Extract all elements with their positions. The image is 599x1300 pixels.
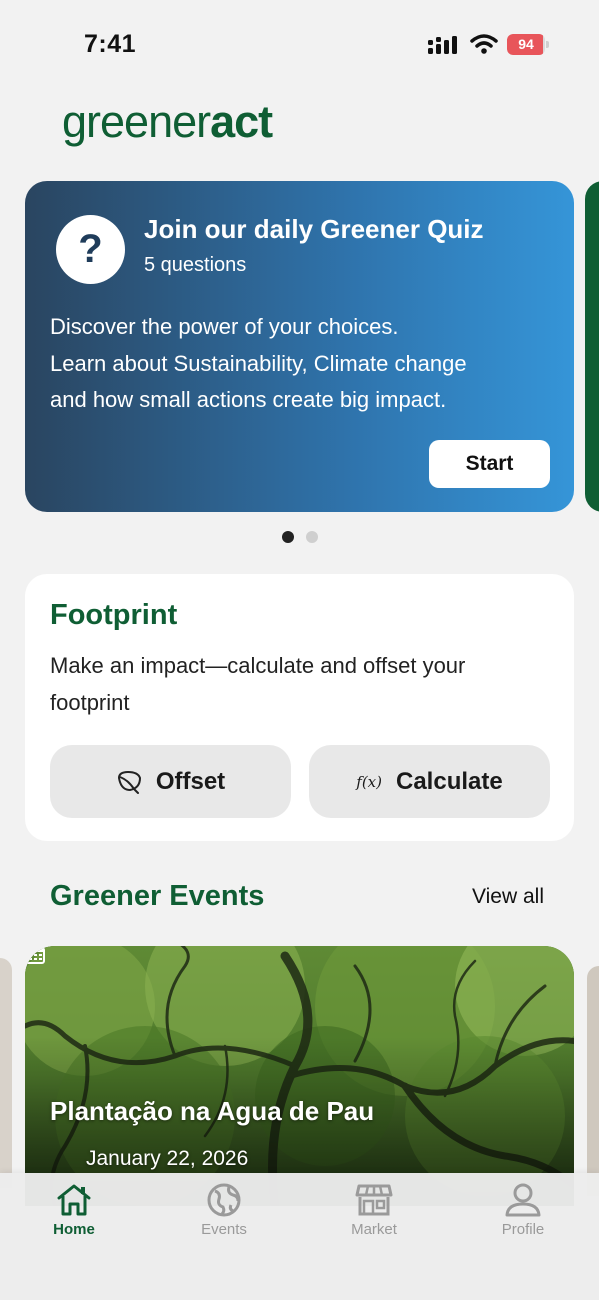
person-icon xyxy=(505,1183,541,1217)
home-icon xyxy=(57,1184,91,1216)
quiz-subtitle: 5 questions xyxy=(144,254,247,276)
logo-text-bold: act xyxy=(210,96,273,147)
question-mark-icon: ? xyxy=(56,215,125,284)
next-carousel-card[interactable] xyxy=(585,181,599,512)
leaf-icon xyxy=(117,770,141,794)
footprint-card: Footprint Make an impact—calculate and o… xyxy=(25,574,574,841)
offset-button[interactable]: Offset xyxy=(50,745,291,818)
battery-percentage: 94 xyxy=(518,36,534,52)
logo-text-light: greener xyxy=(62,96,211,147)
tab-home[interactable]: Home xyxy=(19,1183,129,1253)
status-time: 7:41 xyxy=(84,30,137,58)
function-icon: f(x) xyxy=(356,772,382,791)
app-logo: greeneract xyxy=(62,96,273,148)
tab-profile[interactable]: Profile xyxy=(468,1183,578,1253)
quiz-card[interactable]: ? Join our daily Greener Quiz 5 question… xyxy=(25,181,574,512)
quiz-title: Join our daily Greener Quiz xyxy=(144,214,484,244)
status-bar: 7:41 94 xyxy=(0,0,599,90)
quiz-description-line: Learn about Sustainability, Climate chan… xyxy=(50,350,467,376)
quiz-description-line: Discover the power of your choices. xyxy=(50,314,399,339)
event-date: January 22, 2026 xyxy=(86,1147,249,1170)
tab-market[interactable]: Market xyxy=(319,1183,429,1253)
tab-market-label: Market xyxy=(351,1221,397,1238)
cellular-signal-icon xyxy=(428,36,457,54)
event-title: Plantação na Agua de Pau xyxy=(50,1096,375,1126)
globe-icon xyxy=(207,1183,241,1217)
view-all-events-link[interactable]: View all xyxy=(472,885,544,909)
wifi-icon xyxy=(470,34,498,54)
tab-home-label: Home xyxy=(53,1221,95,1238)
events-heading: Greener Events xyxy=(50,880,265,912)
start-quiz-button[interactable]: Start xyxy=(429,440,550,488)
offset-label: Offset xyxy=(155,767,226,795)
previous-event-card[interactable] xyxy=(0,958,12,1188)
battery-icon: 94 xyxy=(507,34,549,55)
quiz-description: Discover the power of your choices. Lear… xyxy=(50,309,560,419)
calculate-button[interactable]: f(x) Calculate xyxy=(309,745,550,818)
footprint-description: Make an impact—calculate and offset your… xyxy=(50,653,466,715)
quiz-description-line: and how small actions create big impact. xyxy=(50,387,447,412)
calculate-label: Calculate xyxy=(396,767,503,795)
carousel-dot-active[interactable] xyxy=(282,531,294,543)
storefront-icon xyxy=(355,1184,393,1216)
footprint-title: Footprint xyxy=(50,599,178,631)
tab-events[interactable]: Events xyxy=(169,1183,279,1253)
event-card[interactable]: Plantação na Agua de Pau January 22, 202… xyxy=(25,946,574,1206)
bottom-tab-bar: Home Events Market Profile xyxy=(0,1173,599,1300)
tab-events-label: Events xyxy=(201,1221,247,1238)
next-event-card[interactable] xyxy=(587,966,599,1196)
carousel-dot[interactable] xyxy=(306,531,318,543)
tab-profile-label: Profile xyxy=(501,1221,545,1238)
calendar-icon xyxy=(25,947,45,964)
